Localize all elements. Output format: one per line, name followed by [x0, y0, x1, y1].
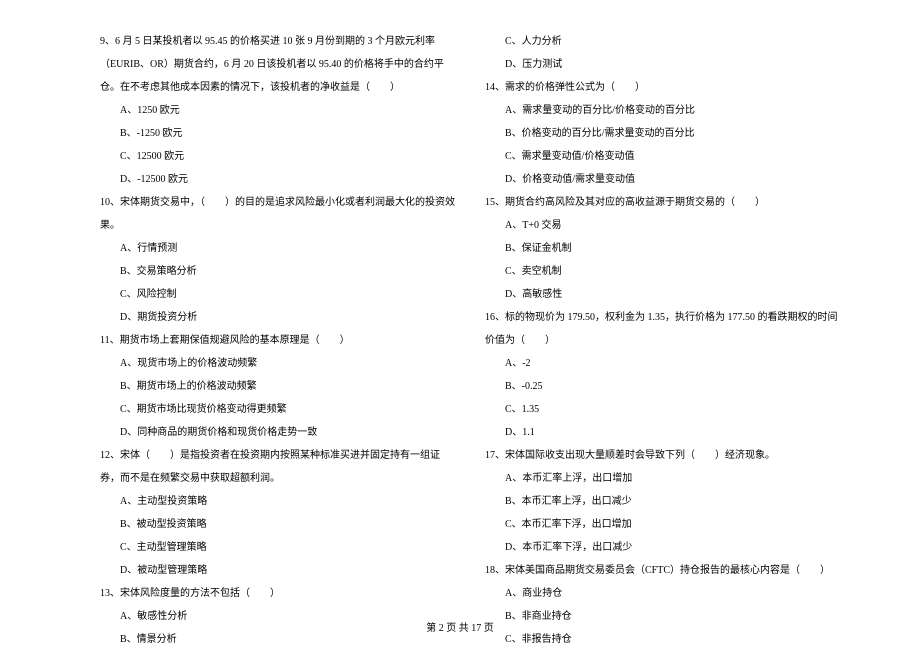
q17-option-b: B、本币汇率上浮，出口减少	[485, 490, 840, 513]
q18-text: 18、宋体美国商品期货交易委员会（CFTC）持仓报告的最核心内容是（ ）	[485, 559, 840, 582]
left-column: 9、6 月 5 日某投机者以 95.45 的价格买进 10 张 9 月份到期的 …	[100, 30, 455, 651]
q16-text: 16、标的物现价为 179.50，权利金为 1.35，执行价格为 177.50 …	[485, 306, 840, 352]
two-column-layout: 9、6 月 5 日某投机者以 95.45 的价格买进 10 张 9 月份到期的 …	[100, 30, 840, 651]
q14-option-c: C、需求量变动值/价格变动值	[485, 145, 840, 168]
q16-option-c: C、1.35	[485, 398, 840, 421]
q11-option-d: D、同种商品的期货价格和现货价格走势一致	[100, 421, 455, 444]
q9-option-a: A、1250 欧元	[100, 99, 455, 122]
q13-text: 13、宋体风险度量的方法不包括（ ）	[100, 582, 455, 605]
q13-option-d: D、压力测试	[485, 53, 840, 76]
q15-option-c: C、卖空机制	[485, 260, 840, 283]
q11-text: 11、期货市场上套期保值规避风险的基本原理是（ ）	[100, 329, 455, 352]
q15-option-b: B、保证金机制	[485, 237, 840, 260]
q16-option-d: D、1.1	[485, 421, 840, 444]
q14-text: 14、需求的价格弹性公式为（ ）	[485, 76, 840, 99]
q11-option-c: C、期货市场比现货价格变动得更频繁	[100, 398, 455, 421]
q17-option-c: C、本币汇率下浮，出口增加	[485, 513, 840, 536]
q17-text: 17、宋体国际收支出现大量顺差时会导致下列（ ）经济现象。	[485, 444, 840, 467]
q9-option-d: D、-12500 欧元	[100, 168, 455, 191]
q15-option-d: D、高敏感性	[485, 283, 840, 306]
q9-option-b: B、-1250 欧元	[100, 122, 455, 145]
q12-option-a: A、主动型投资策略	[100, 490, 455, 513]
q18-option-a: A、商业持仓	[485, 582, 840, 605]
q16-option-a: A、-2	[485, 352, 840, 375]
q10-option-b: B、交易策略分析	[100, 260, 455, 283]
q9-option-c: C、12500 欧元	[100, 145, 455, 168]
q10-option-a: A、行情预测	[100, 237, 455, 260]
right-column: C、人力分析 D、压力测试 14、需求的价格弹性公式为（ ） A、需求量变动的百…	[485, 30, 840, 651]
q14-option-d: D、价格变动值/需求量变动值	[485, 168, 840, 191]
q12-text: 12、宋体（ ）是指投资者在投资期内按照某种标准买进并固定持有一组证券，而不是在…	[100, 444, 455, 490]
q11-option-a: A、现货市场上的价格波动频繁	[100, 352, 455, 375]
q17-option-a: A、本币汇率上浮，出口增加	[485, 467, 840, 490]
q13-option-c: C、人力分析	[485, 30, 840, 53]
q10-text: 10、宋体期货交易中，（ ）的目的是追求风险最小化或者利润最大化的投资效果。	[100, 191, 455, 237]
q12-option-d: D、被动型管理策略	[100, 559, 455, 582]
q9-text: 9、6 月 5 日某投机者以 95.45 的价格买进 10 张 9 月份到期的 …	[100, 30, 455, 99]
q12-option-c: C、主动型管理策略	[100, 536, 455, 559]
q17-option-d: D、本币汇率下浮，出口减少	[485, 536, 840, 559]
q14-option-a: A、需求量变动的百分比/价格变动的百分比	[485, 99, 840, 122]
q11-option-b: B、期货市场上的价格波动频繁	[100, 375, 455, 398]
q10-option-c: C、风险控制	[100, 283, 455, 306]
q10-option-d: D、期货投资分析	[100, 306, 455, 329]
q15-text: 15、期货合约高风险及其对应的高收益源于期货交易的（ ）	[485, 191, 840, 214]
q16-option-b: B、-0.25	[485, 375, 840, 398]
page-footer: 第 2 页 共 17 页	[0, 619, 920, 634]
q15-option-a: A、T+0 交易	[485, 214, 840, 237]
q12-option-b: B、被动型投资策略	[100, 513, 455, 536]
q14-option-b: B、价格变动的百分比/需求量变动的百分比	[485, 122, 840, 145]
